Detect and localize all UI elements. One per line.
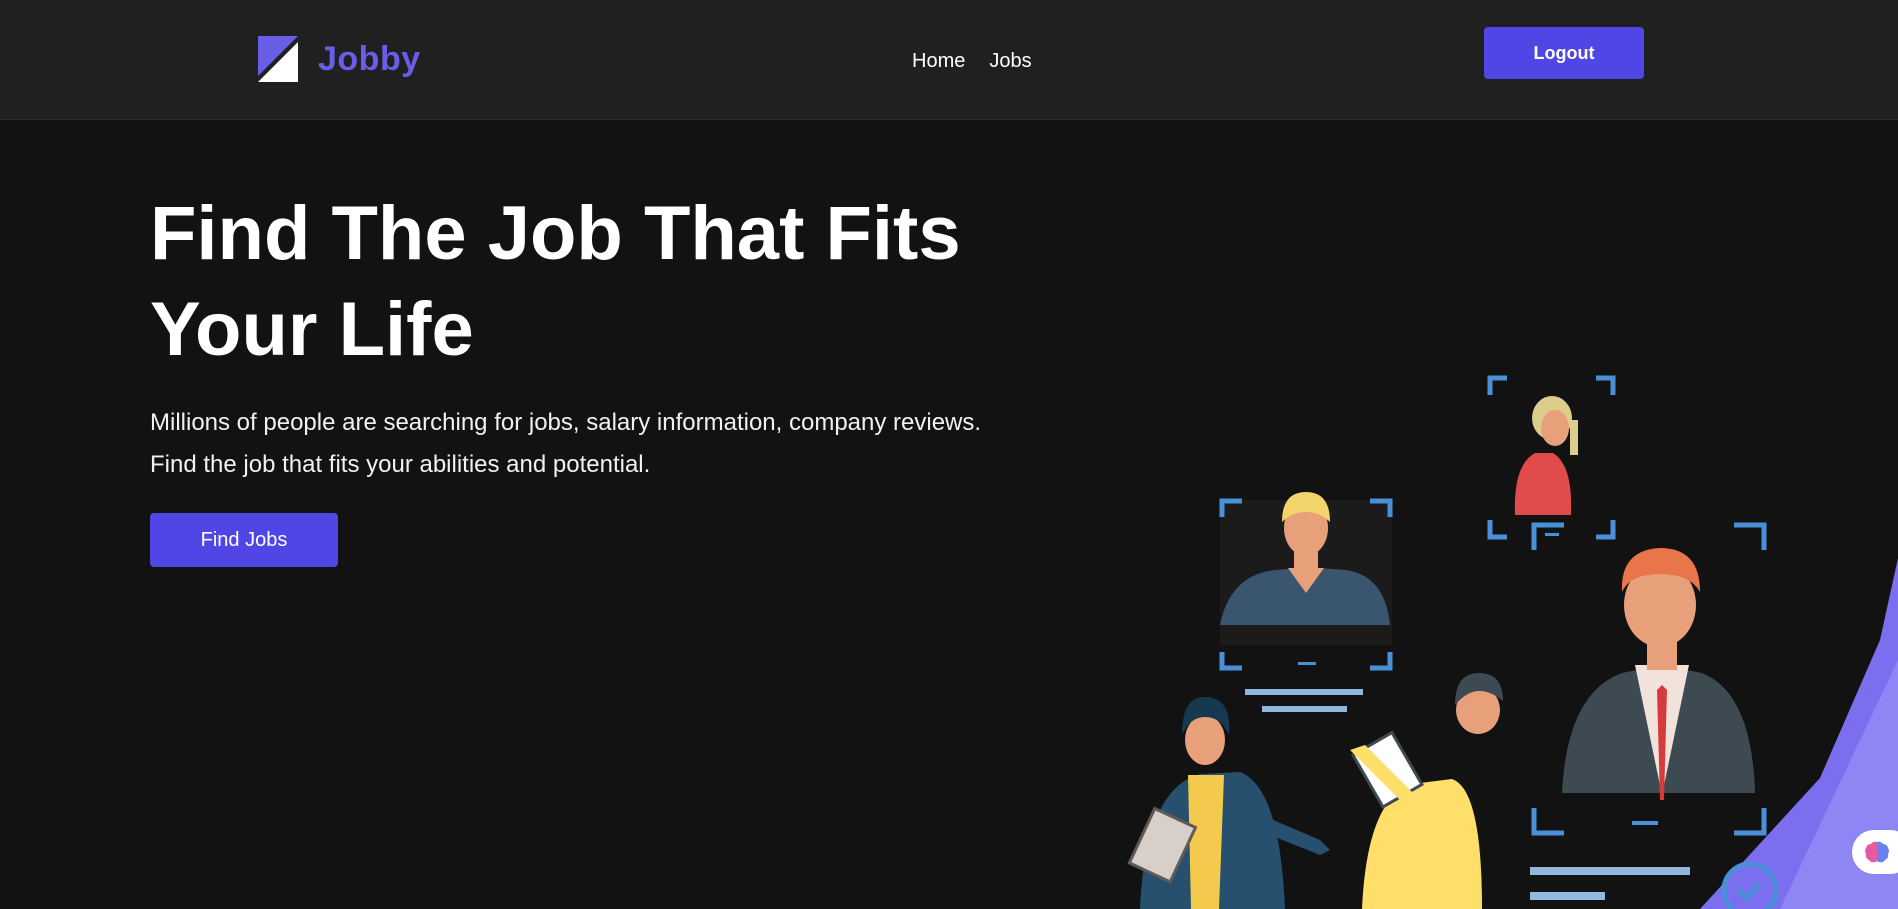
nav-link-jobs[interactable]: Jobs	[989, 50, 1031, 73]
logout-button[interactable]: Logout	[1484, 27, 1644, 79]
nav-link-home[interactable]: Home	[912, 50, 965, 73]
find-jobs-button[interactable]: Find Jobs	[150, 513, 338, 567]
hero-description: Millions of people are searching for job…	[150, 402, 1050, 486]
recruiter-man	[1350, 673, 1503, 909]
job-search-people-illustration	[1127, 375, 1898, 909]
logo-icon	[258, 36, 298, 82]
floating-assistant-button[interactable]	[1852, 830, 1898, 874]
candidate-card-woman	[1487, 375, 1616, 540]
logo[interactable]: Jobby	[258, 36, 421, 82]
navbar: Jobby Home Jobs Logout	[0, 0, 1898, 120]
logo-text: Jobby	[318, 39, 421, 78]
candidate-card-businessman	[1530, 522, 1779, 909]
candidate-card-man	[1219, 492, 1393, 712]
hero-title: Find The Job That Fits Your Life	[150, 191, 961, 372]
recruiter-woman	[1127, 696, 1330, 909]
brain-icon	[1865, 841, 1889, 863]
hero-description-line-1: Millions of people are searching for job…	[150, 409, 982, 436]
hero-description-line-2: Find the job that fits your abilities an…	[150, 451, 651, 478]
nav-links: Home Jobs	[912, 50, 1032, 73]
